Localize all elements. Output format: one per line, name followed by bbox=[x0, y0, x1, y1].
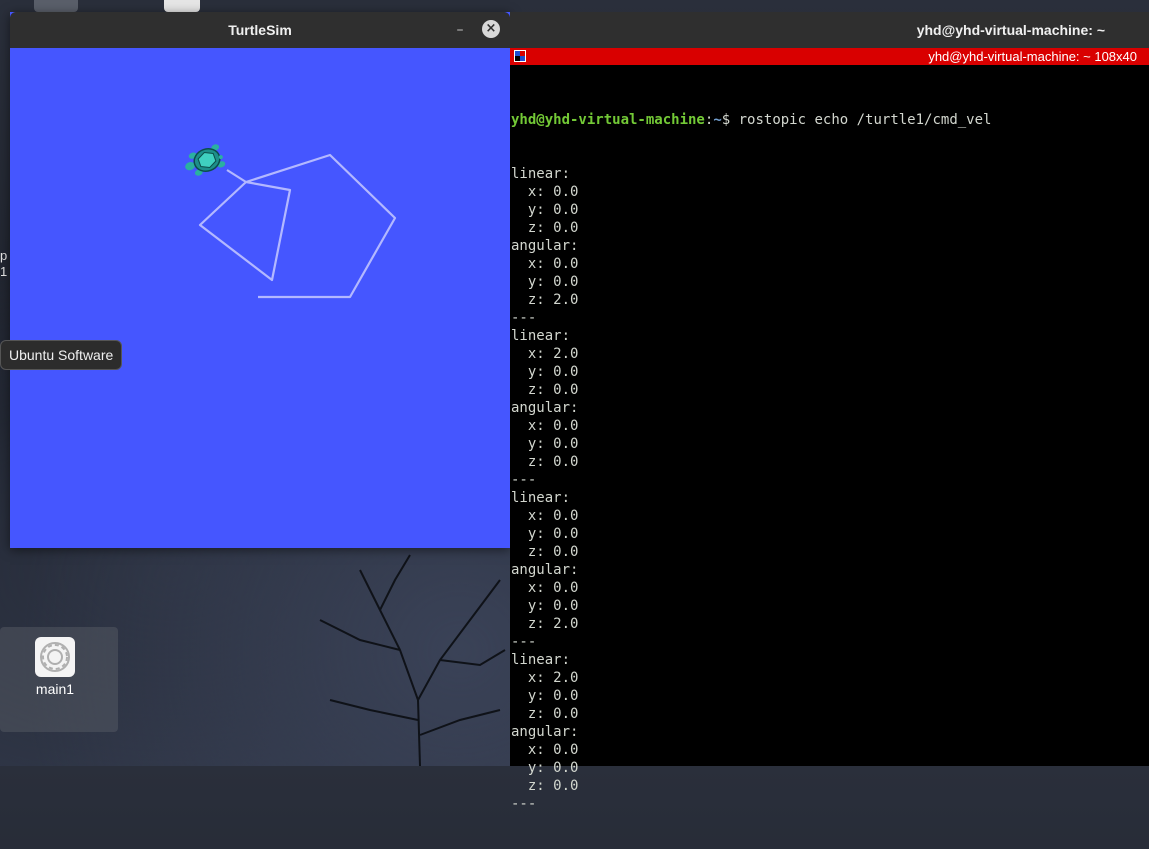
terminal-line: --- bbox=[511, 634, 537, 650]
terminal-line: z: 0.0 bbox=[511, 454, 579, 470]
terminal-title: yhd@yhd-virtual-machine: ~ bbox=[916, 22, 1105, 38]
terminal-line: y: 0.0 bbox=[511, 274, 579, 290]
terminal-line: y: 0.0 bbox=[511, 688, 579, 704]
terminal-line: angular: bbox=[511, 400, 579, 416]
terminal-line: x: 2.0 bbox=[511, 670, 579, 686]
terminal-line: z: 0.0 bbox=[511, 778, 579, 794]
terminal-line: z: 0.0 bbox=[511, 706, 579, 722]
terminal-line: x: 0.0 bbox=[511, 742, 579, 758]
terminal-output-lines: linear: x: 0.0 y: 0.0 z: 0.0 angular: x: … bbox=[511, 165, 1143, 813]
terminal-line: z: 0.0 bbox=[511, 544, 579, 560]
terminal-line: linear: bbox=[511, 490, 571, 506]
terminal-line: linear: bbox=[511, 166, 571, 182]
terminal-line: z: 0.0 bbox=[511, 382, 579, 398]
terminal-line: y: 0.0 bbox=[511, 364, 579, 380]
terminal-status-text: yhd@yhd-virtual-machine: ~ 108x40 bbox=[928, 49, 1137, 64]
turtlesim-canvas bbox=[10, 48, 510, 548]
terminal-line: --- bbox=[511, 796, 537, 812]
terminal-line: y: 0.0 bbox=[511, 598, 579, 614]
terminal-line: y: 0.0 bbox=[511, 526, 579, 542]
terminal-line: y: 0.0 bbox=[511, 202, 579, 218]
terminal-line: y: 0.0 bbox=[511, 436, 579, 452]
terminal-status-bar: yhd@yhd-virtual-machine: ~ 108x40 bbox=[510, 48, 1149, 65]
prompt-path: ~ bbox=[713, 112, 722, 128]
terminal-prompt-line: yhd@yhd-virtual-machine:~$ rostopic echo… bbox=[511, 111, 1143, 129]
terminal-line: z: 2.0 bbox=[511, 616, 579, 632]
wallpaper-tree bbox=[319, 554, 506, 766]
terminal-line: x: 0.0 bbox=[511, 256, 579, 272]
terminal-line: x: 0.0 bbox=[511, 418, 579, 434]
desktop-edge-text: p bbox=[0, 248, 8, 263]
minimize-button[interactable]: – bbox=[450, 20, 470, 40]
desktop-ghost-icon bbox=[34, 0, 78, 12]
gear-icon[interactable] bbox=[35, 637, 75, 677]
terminal-split-icon[interactable] bbox=[514, 50, 526, 62]
prompt-symbol: $ bbox=[721, 112, 739, 128]
turtle-trail bbox=[198, 153, 397, 299]
terminal-line: angular: bbox=[511, 562, 579, 578]
terminal-line: y: 0.0 bbox=[511, 760, 579, 776]
terminal-line: x: 0.0 bbox=[511, 184, 579, 200]
dock-tooltip: Ubuntu Software bbox=[0, 340, 123, 370]
terminal-output[interactable]: yhd@yhd-virtual-machine:~$ rostopic echo… bbox=[511, 75, 1143, 849]
terminal-line: angular: bbox=[511, 724, 579, 740]
terminal-line: x: 0.0 bbox=[511, 508, 579, 524]
terminal-line: --- bbox=[511, 310, 537, 326]
terminal-window: yhd@yhd-virtual-machine: ~ yhd@yhd-virtu… bbox=[510, 12, 1149, 812]
terminal-command: rostopic echo /turtle1/cmd_vel bbox=[738, 112, 992, 128]
turtlesim-titlebar[interactable]: TurtleSim – × bbox=[10, 12, 510, 48]
desktop-icon-label[interactable]: main1 bbox=[0, 681, 110, 697]
terminal-line: angular: bbox=[511, 238, 579, 254]
terminal-titlebar[interactable]: yhd@yhd-virtual-machine: ~ bbox=[510, 12, 1149, 48]
prompt-user: yhd@yhd-virtual-machine bbox=[511, 112, 705, 128]
terminal-line: linear: bbox=[511, 328, 571, 344]
terminal-line: x: 2.0 bbox=[511, 346, 579, 362]
turtlesim-window: TurtleSim – × bbox=[10, 12, 510, 548]
close-button[interactable]: × bbox=[482, 20, 500, 38]
desktop-edge-text: 1 bbox=[0, 264, 8, 279]
terminal-line: x: 0.0 bbox=[511, 580, 579, 596]
turtle-icon bbox=[185, 144, 226, 176]
terminal-line: z: 0.0 bbox=[511, 220, 579, 236]
terminal-line: --- bbox=[511, 472, 537, 488]
turtlesim-title: TurtleSim bbox=[228, 22, 292, 38]
terminal-line: linear: bbox=[511, 652, 571, 668]
desktop-ghost-icon bbox=[164, 0, 200, 12]
terminal-line: z: 2.0 bbox=[511, 292, 579, 308]
